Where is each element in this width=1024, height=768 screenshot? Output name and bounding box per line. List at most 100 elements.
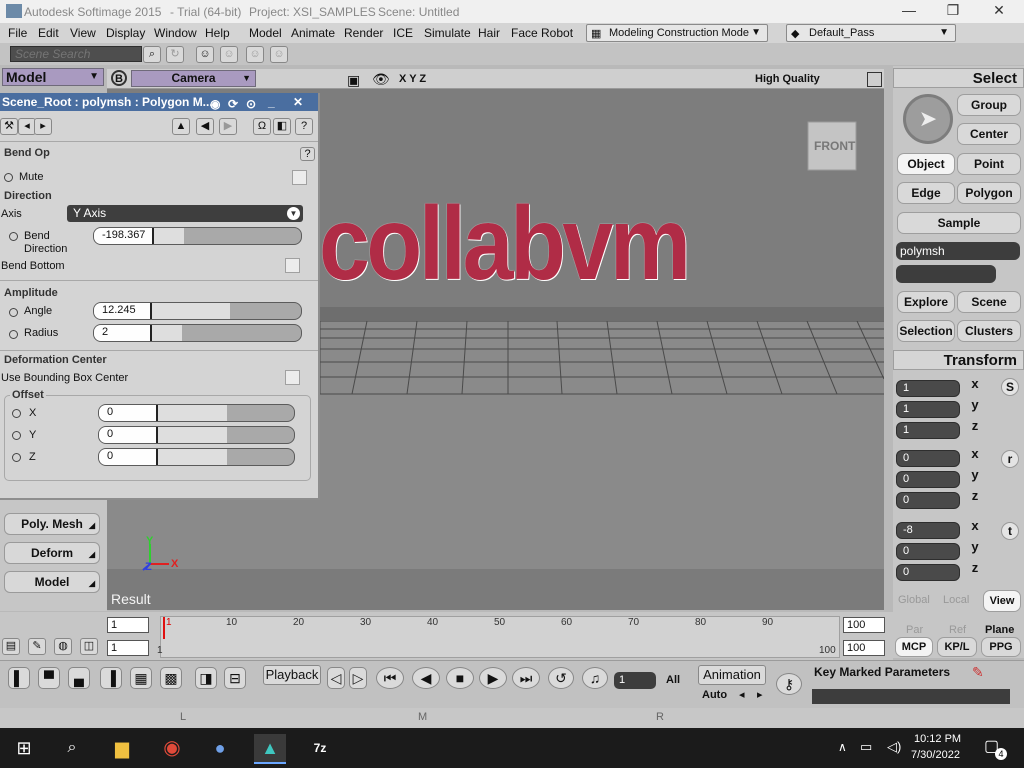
slider-handle[interactable] — [150, 325, 152, 341]
layout-left-icon[interactable]: ▌ — [8, 667, 30, 689]
translate-y-field[interactable]: 0 — [896, 543, 960, 560]
layout-icon[interactable]: ▤ — [2, 638, 20, 655]
scale-y-button[interactable]: y — [966, 397, 984, 412]
selection-tool-icon[interactable]: ☺ — [196, 46, 214, 63]
deform-button[interactable]: Deform ◢ — [4, 542, 100, 564]
selection-button[interactable]: Selection — [897, 320, 955, 342]
audio-icon[interactable]: ♫ — [582, 667, 608, 689]
offset-z-slider[interactable]: 0 — [98, 448, 295, 466]
animation-radio-icon[interactable] — [9, 330, 18, 339]
bend-direction-value[interactable]: -198.367 — [94, 228, 154, 244]
animation-radio-icon[interactable] — [4, 173, 13, 182]
layout-grid-icon[interactable]: ▩ — [160, 667, 182, 689]
timeline-start2-field[interactable]: 1 — [107, 640, 149, 656]
axis-dropdown[interactable]: Y Axis ▼ — [67, 205, 303, 222]
translate-x-button[interactable]: x — [966, 518, 984, 533]
local-button[interactable]: Local — [943, 594, 969, 606]
offset-y-value[interactable]: 0 — [99, 427, 157, 443]
mcp-tab[interactable]: MCP — [895, 637, 933, 657]
lock-icon[interactable]: ◉ — [210, 95, 220, 113]
viewport-letter-b[interactable]: B — [111, 70, 127, 86]
forward-arrow-icon[interactable]: ▸ — [34, 118, 52, 135]
paint-brush-icon[interactable]: ✎ — [28, 638, 46, 655]
translate-z-field[interactable]: 0 — [896, 564, 960, 581]
rotate-z-button[interactable]: z — [966, 488, 984, 503]
layout-top-icon[interactable]: ▀ — [38, 667, 60, 689]
visibility-eye-icon[interactable]: 👁 — [372, 71, 390, 88]
left-icon[interactable]: ◀ — [196, 118, 214, 135]
command-line[interactable] — [812, 689, 1010, 704]
rotate-mode-button[interactable]: r — [1001, 450, 1019, 468]
key-marked-icon[interactable]: ✎ — [972, 664, 984, 681]
animation-radio-icon[interactable] — [12, 453, 21, 462]
clock-date[interactable]: 7/30/2022 — [911, 749, 960, 761]
right-icon[interactable]: ▶ — [219, 118, 237, 135]
view-button[interactable]: View — [983, 590, 1021, 612]
transform-tool-icon[interactable]: ☺ — [220, 46, 238, 63]
offset-y-slider[interactable]: 0 — [98, 426, 295, 444]
slider-handle[interactable] — [156, 405, 158, 421]
animation-radio-icon[interactable] — [9, 232, 18, 241]
use-bbox-checkbox[interactable] — [285, 370, 300, 385]
bend-bottom-checkbox[interactable] — [285, 258, 300, 273]
goto-start-icon[interactable]: ⏮ — [376, 667, 404, 689]
menu-model[interactable]: Model — [249, 26, 282, 40]
layout-custom-icon[interactable]: ⊟ — [224, 667, 246, 689]
scale-z-field[interactable]: 1 — [896, 422, 960, 439]
brush-tool-icon[interactable]: ☺ — [246, 46, 264, 63]
minimize-panel-button[interactable]: _ — [268, 93, 275, 111]
timeline-end-field[interactable]: 100 — [843, 617, 885, 633]
up-icon[interactable]: ▲ — [172, 118, 190, 135]
ppg-tab[interactable]: PPG — [981, 637, 1021, 657]
menu-edit[interactable]: Edit — [38, 26, 59, 40]
qbittorrent-icon[interactable]: ● — [204, 734, 236, 762]
minimize-button[interactable]: — — [894, 2, 924, 20]
timeline-track[interactable]: 1 10 20 30 40 50 60 70 80 90 1 100 — [157, 616, 840, 658]
split-view-icon[interactable]: ◫ — [80, 638, 98, 655]
timeline-start-field[interactable]: 1 — [107, 617, 149, 633]
wrench-icon[interactable]: ⚒ — [0, 118, 18, 135]
rotate-z-field[interactable]: 0 — [896, 492, 960, 509]
camera-icon[interactable]: ▣ — [347, 72, 360, 89]
group-button[interactable]: Group — [957, 94, 1021, 116]
model-menu-button[interactable]: Model ◢ — [4, 571, 100, 593]
slider-handle[interactable] — [150, 303, 152, 319]
key-marked-parameters[interactable]: Key Marked Parameters — [814, 665, 950, 679]
animation-menu-button[interactable]: Animation — [698, 665, 766, 685]
slider-handle[interactable] — [152, 228, 154, 244]
menu-face-robot[interactable]: Face Robot — [511, 26, 573, 40]
polygon-button[interactable]: Polygon — [957, 182, 1021, 204]
menu-animate[interactable]: Animate — [291, 26, 335, 40]
tray-chevron-icon[interactable]: ∧ — [838, 740, 847, 754]
stop-icon[interactable]: ■ — [446, 667, 474, 689]
goto-end-icon[interactable]: ⏭ — [512, 667, 540, 689]
clock-time[interactable]: 10:12 PM — [914, 733, 961, 745]
magnet-icon[interactable]: Ω — [253, 118, 271, 135]
prev-arrow-icon[interactable]: ◂ — [739, 688, 745, 701]
rotate-x-field[interactable]: 0 — [896, 450, 960, 467]
ref-button[interactable]: Ref — [949, 624, 966, 636]
next-key-icon[interactable]: ▷ — [349, 667, 367, 689]
menu-simulate[interactable]: Simulate — [424, 26, 471, 40]
rotate-x-button[interactable]: x — [966, 446, 984, 461]
play-icon[interactable]: ▶ — [479, 667, 507, 689]
scale-x-field[interactable]: 1 — [896, 380, 960, 397]
layout-quad-icon[interactable]: ▦ — [130, 667, 152, 689]
angle-slider[interactable]: 12.245 — [93, 302, 302, 320]
palette-icon[interactable]: ◍ — [54, 638, 72, 655]
softimage-taskbar-icon[interactable]: ▲ — [254, 734, 286, 764]
timeline-end2-field[interactable]: 100 — [843, 640, 885, 656]
rotate-y-field[interactable]: 0 — [896, 471, 960, 488]
selection-filter-field[interactable] — [896, 265, 996, 283]
pin-icon[interactable]: ⊙ — [246, 95, 256, 113]
file-explorer-icon[interactable]: ▆ — [106, 734, 138, 762]
animation-radio-icon[interactable] — [12, 409, 21, 418]
current-frame-field[interactable]: 1 — [614, 672, 656, 689]
offset-x-value[interactable]: 0 — [99, 405, 157, 421]
rotate-y-button[interactable]: y — [966, 467, 984, 482]
center-button[interactable]: Center — [957, 123, 1021, 145]
display-quality-menu[interactable]: High Quality — [755, 73, 820, 85]
global-button[interactable]: Global — [898, 594, 930, 606]
axes-label[interactable]: X Y Z — [399, 73, 426, 85]
menu-hair[interactable]: Hair — [478, 26, 500, 40]
